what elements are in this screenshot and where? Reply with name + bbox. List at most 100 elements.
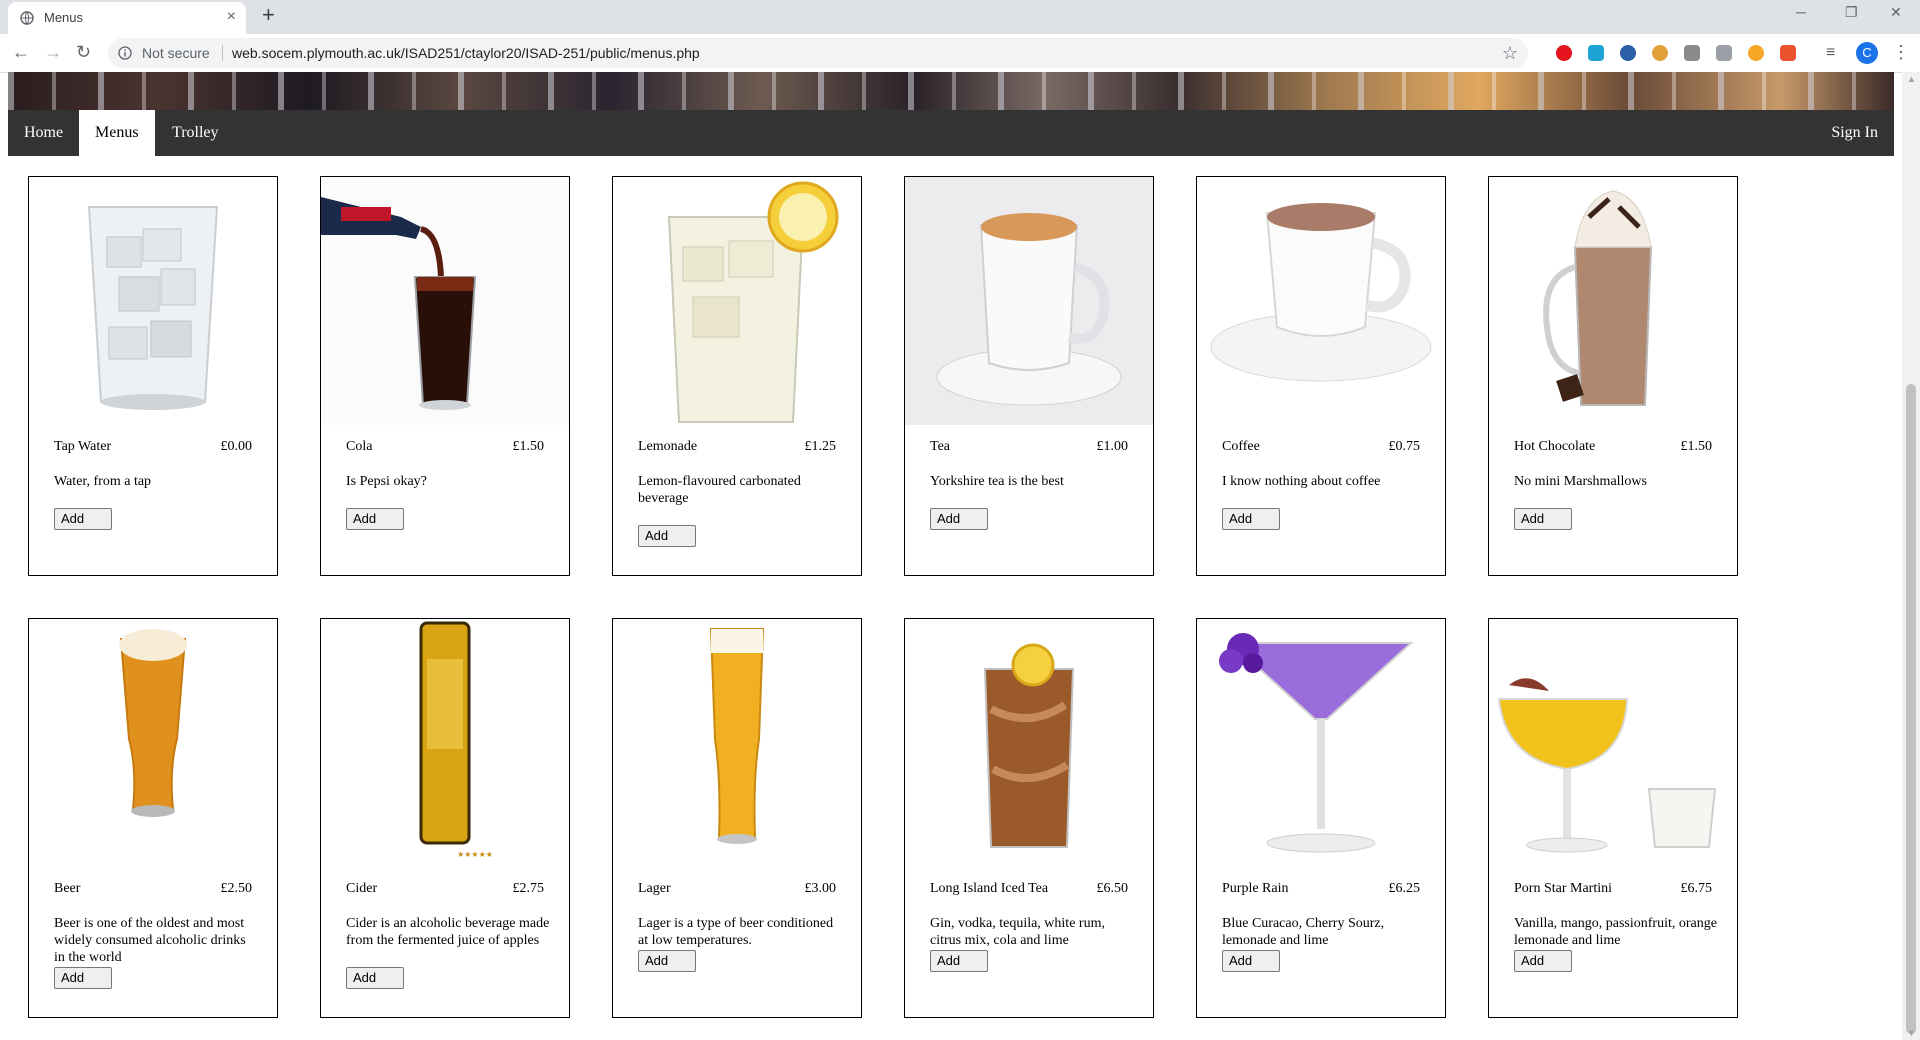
reload-icon[interactable]: ↻ — [76, 41, 91, 63]
product-price: £2.75 — [512, 881, 545, 896]
add-button[interactable]: Add — [930, 508, 988, 530]
window-close-icon[interactable]: ✕ — [1890, 4, 1902, 21]
back-icon[interactable]: ← — [12, 41, 30, 63]
add-button[interactable]: Add — [1222, 950, 1280, 972]
bar-banner-image — [8, 72, 1894, 110]
add-button[interactable]: Add — [346, 967, 404, 989]
nav-home[interactable]: Home — [8, 110, 79, 156]
product-price: £6.25 — [1388, 881, 1421, 896]
profile-avatar[interactable]: C — [1856, 42, 1878, 64]
product-description: Cider is an alcoholic beverage made from… — [346, 916, 550, 948]
add-button[interactable]: Add — [54, 967, 112, 989]
tab-title: Menus — [44, 10, 84, 25]
product-name: Porn Star Martini — [1514, 881, 1612, 896]
product-name: Cider — [346, 881, 378, 896]
product-price: £2.50 — [220, 881, 253, 896]
add-button[interactable]: Add — [638, 950, 696, 972]
product-card-cider: ★★★★★ Cider £2.75 Cider is an alcoholic … — [320, 618, 570, 1018]
product-card-purple-rain: Purple Rain £6.25 Blue Curacao, Cherry S… — [1196, 618, 1446, 1018]
add-button[interactable]: Add — [54, 508, 112, 530]
scroll-down-icon[interactable]: ▼ — [1907, 1028, 1916, 1038]
coupe-glass-icon — [1489, 619, 1737, 867]
nav-sign-in[interactable]: Sign In — [1815, 110, 1894, 156]
nav-menus[interactable]: Menus — [79, 110, 155, 156]
forward-icon[interactable]: → — [44, 41, 62, 63]
product-price: £6.75 — [1680, 881, 1713, 896]
add-button[interactable]: Add — [1514, 508, 1572, 530]
svg-text:★★★★★: ★★★★★ — [457, 850, 493, 859]
browser-menu-icon[interactable]: ⋮ — [1892, 42, 1910, 63]
vertical-scrollbar[interactable]: ▲ ▼ — [1902, 72, 1920, 1040]
scroll-up-icon[interactable]: ▲ — [1907, 74, 1916, 84]
product-card-cola: Cola £1.50 Is Pepsi okay? Add — [320, 176, 570, 576]
opera-extension-icon[interactable] — [1556, 45, 1572, 61]
bookmark-star-icon[interactable]: ☆ — [1502, 38, 1518, 68]
restore-icon[interactable]: ❐ — [1845, 4, 1858, 21]
info-icon[interactable] — [118, 46, 132, 60]
minimize-icon[interactable]: ─ — [1796, 4, 1806, 20]
product-description: Lemon-flavoured carbonated beverage — [638, 474, 801, 506]
product-description: I know nothing about coffee — [1222, 474, 1381, 489]
product-description: Lager is a type of beer conditioned at l… — [638, 916, 834, 948]
product-price: £1.00 — [1096, 439, 1129, 454]
add-button[interactable]: Add — [1514, 950, 1572, 972]
globe-extension-icon[interactable] — [1620, 45, 1636, 61]
tab-close-icon[interactable]: × — [227, 8, 236, 26]
product-price: £6.50 — [1096, 881, 1129, 896]
bitcoin-extension-icon[interactable] — [1748, 45, 1764, 61]
product-card-tap-water: Tap Water £0.00 Water, from a tap Add — [28, 176, 278, 576]
product-card-beer: Beer £2.50 Beer is one of the oldest and… — [28, 618, 278, 1018]
product-card-hot-chocolate: Hot Chocolate £1.50 No mini Marshmallows… — [1488, 176, 1738, 576]
lemonade-glass-icon — [613, 177, 861, 425]
product-name: Tea — [930, 439, 951, 454]
product-description: Water, from a tap — [54, 474, 152, 489]
cast-extension-icon[interactable] — [1716, 45, 1732, 61]
cider-bottle-icon: ★★★★★ — [321, 619, 569, 867]
beer-glass-icon — [29, 619, 277, 867]
product-name: Lemonade — [638, 439, 698, 454]
product-price: £0.00 — [220, 439, 253, 454]
new-tab-button[interactable]: + — [262, 2, 275, 28]
product-name: Coffee — [1222, 439, 1260, 454]
product-card-coffee: Coffee £0.75 I know nothing about coffee… — [1196, 176, 1446, 576]
add-button[interactable]: Add — [638, 525, 696, 547]
product-name: Cola — [346, 439, 373, 454]
cookie-extension-icon[interactable] — [1652, 45, 1668, 61]
product-description: Vanilla, mango, passionfruit, orange lem… — [1514, 916, 1717, 948]
shield-extension-icon[interactable] — [1684, 45, 1700, 61]
hot-chocolate-glass-icon — [1489, 177, 1737, 425]
product-card-lager: Lager £3.00 Lager is a type of beer cond… — [612, 618, 862, 1018]
product-description: Is Pepsi okay? — [346, 474, 427, 489]
add-button[interactable]: Add — [346, 508, 404, 530]
coffee-cup-icon — [1197, 177, 1445, 425]
product-name: Hot Chocolate — [1514, 439, 1596, 454]
product-price: £1.50 — [512, 439, 545, 454]
product-name: Long Island Iced Tea — [930, 881, 1049, 896]
add-button[interactable]: Add — [930, 950, 988, 972]
page-viewport: Home Menus Trolley Sign In Tap Water £0.… — [0, 72, 1902, 1040]
product-card-lemonade: Lemonade £1.25 Lemon-flavoured carbonate… — [612, 176, 862, 576]
product-description: Gin, vodka, tequila, white rum, citrus m… — [930, 916, 1105, 948]
top-navigation: Home Menus Trolley Sign In — [8, 110, 1894, 156]
browser-tab[interactable]: Menus × — [8, 2, 246, 34]
tea-cup-icon — [905, 177, 1153, 425]
product-price: £0.75 — [1388, 439, 1421, 454]
lager-glass-icon — [613, 619, 861, 867]
reading-list-icon[interactable]: ≡ — [1826, 44, 1835, 62]
scrollbar-thumb[interactable] — [1906, 384, 1916, 1034]
product-price: £1.50 — [1680, 439, 1713, 454]
pen-extension-icon[interactable] — [1588, 45, 1604, 61]
checkmark-extension-icon[interactable] — [1780, 45, 1796, 61]
globe-icon — [20, 11, 34, 25]
product-price: £1.25 — [804, 439, 837, 454]
product-card-tea: Tea £1.00 Yorkshire tea is the best Add — [904, 176, 1154, 576]
product-description: Yorkshire tea is the best — [930, 474, 1064, 489]
address-bar[interactable]: Not secure web.socem.plymouth.ac.uk/ISAD… — [108, 38, 1528, 68]
martini-glass-icon — [1197, 619, 1445, 867]
product-description: Beer is one of the oldest and most widel… — [54, 916, 246, 965]
add-button[interactable]: Add — [1222, 508, 1280, 530]
product-description: Blue Curacao, Cherry Sourz, lemonade and… — [1222, 916, 1385, 948]
url-text[interactable]: web.socem.plymouth.ac.uk/ISAD251/ctaylor… — [232, 38, 700, 68]
nav-trolley[interactable]: Trolley — [156, 110, 235, 156]
security-label: Not secure — [142, 45, 210, 61]
